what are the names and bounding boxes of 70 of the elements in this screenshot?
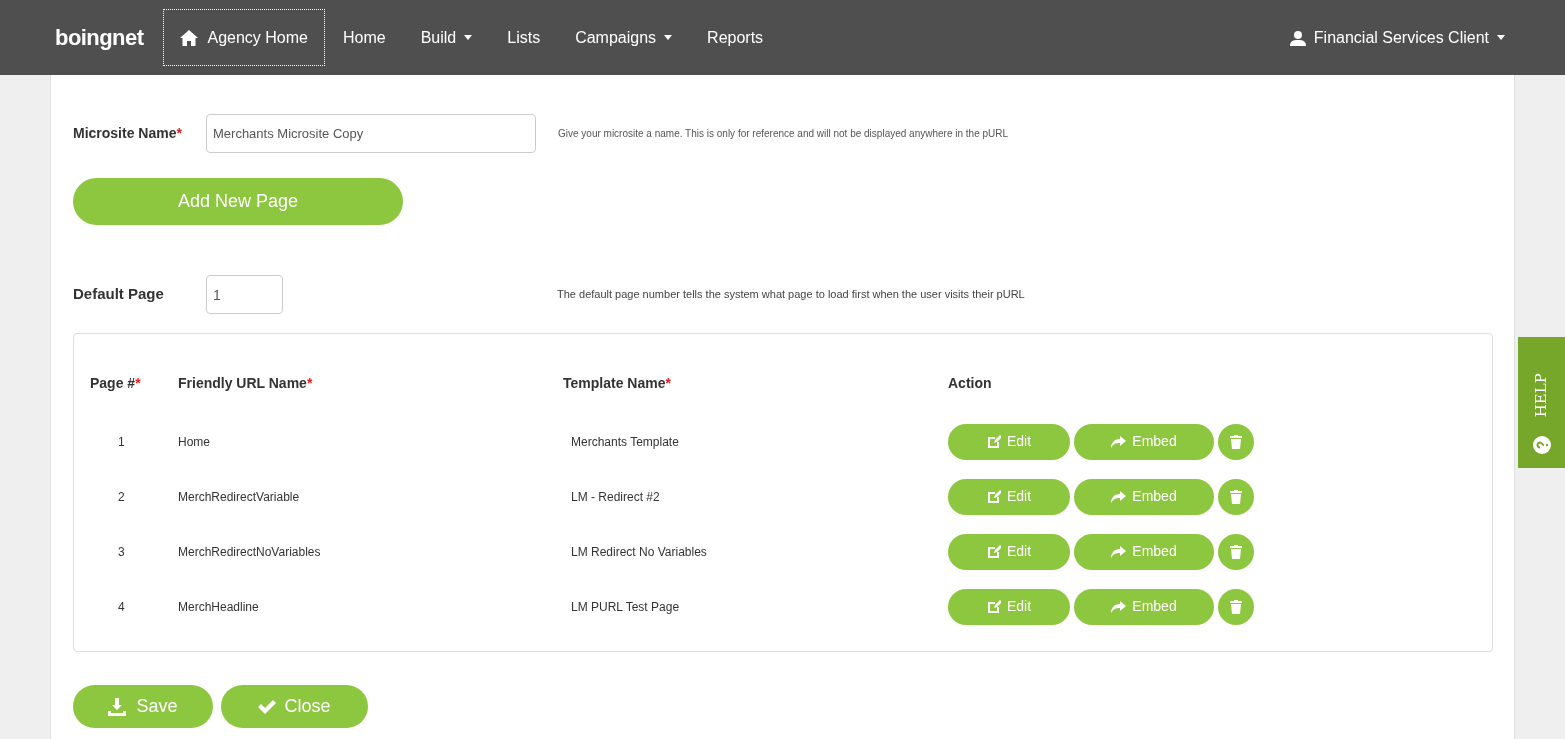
field-label: Microsite Name bbox=[73, 124, 177, 143]
caret-icon bbox=[1497, 35, 1505, 40]
delete-button[interactable] bbox=[1218, 588, 1254, 625]
share-arrow-icon bbox=[1111, 435, 1127, 448]
delete-button[interactable] bbox=[1218, 478, 1254, 515]
checkmark-icon bbox=[258, 699, 277, 714]
edit-icon bbox=[986, 544, 1001, 559]
share-arrow-icon bbox=[1111, 545, 1127, 558]
caret-icon bbox=[464, 35, 473, 40]
microsite-name-field[interactable]: Merchants Microsite Copy bbox=[206, 114, 536, 153]
edit-button[interactable]: Edit bbox=[948, 588, 1070, 625]
column-header: Page # bbox=[90, 373, 136, 393]
edit-icon bbox=[986, 434, 1001, 449]
embed-button[interactable]: Embed bbox=[1074, 423, 1214, 460]
caret-icon bbox=[664, 35, 673, 40]
table-cell-text: MerchRedirectNoVariables bbox=[178, 543, 322, 561]
table-cell-text: MerchHeadline bbox=[178, 598, 260, 616]
table-cell-text: LM Redirect No Variables bbox=[570, 543, 708, 561]
embed-button[interactable]: Embed bbox=[1074, 478, 1214, 515]
share-arrow-icon bbox=[1111, 490, 1127, 503]
nav-item[interactable]: Campaigns bbox=[558, 9, 690, 66]
required-mark: * bbox=[665, 373, 671, 393]
edit-button[interactable]: Edit bbox=[948, 423, 1070, 460]
edit-button[interactable]: Edit bbox=[948, 478, 1070, 515]
default-page-field[interactable]: 1 bbox=[206, 275, 283, 314]
hint-text: Give your microsite a name. This is only for reference and will not be displayed anywhere in the pURL bbox=[558, 127, 1009, 141]
add-page-button[interactable]: Add New Page bbox=[73, 178, 403, 225]
embed-button[interactable]: Embed bbox=[1074, 588, 1214, 625]
nav-item[interactable]: Lists bbox=[490, 9, 558, 66]
edit-button[interactable]: Edit bbox=[948, 533, 1070, 570]
logo[interactable]: boingnet bbox=[55, 21, 144, 54]
trash-icon bbox=[1230, 489, 1242, 504]
share-arrow-icon bbox=[1111, 600, 1127, 613]
nav-item[interactable]: Home bbox=[325, 9, 403, 66]
home-icon bbox=[180, 29, 199, 46]
delete-button[interactable] bbox=[1218, 533, 1254, 570]
user-menu[interactable]: Financial Services Client bbox=[1289, 25, 1505, 50]
download-icon bbox=[108, 697, 127, 716]
save-button[interactable]: Save bbox=[73, 685, 213, 728]
trash-icon bbox=[1230, 599, 1242, 614]
nav-item[interactable]: Build bbox=[403, 9, 490, 66]
required-mark: * bbox=[176, 124, 182, 143]
table-cell-text: LM - Redirect #2 bbox=[570, 488, 661, 506]
nav-item[interactable]: Agency Home bbox=[163, 9, 325, 66]
close-button[interactable]: Close bbox=[221, 685, 368, 728]
nav-item[interactable]: Reports bbox=[690, 9, 781, 66]
question-icon bbox=[1532, 436, 1551, 454]
table-cell-text: MerchRedirectVariable bbox=[178, 488, 301, 506]
table-cell-text: Home bbox=[178, 433, 211, 451]
column-header: Friendly URL Name bbox=[178, 373, 307, 393]
delete-button[interactable] bbox=[1218, 423, 1254, 460]
field-label: Default Page bbox=[73, 284, 165, 305]
help-tab[interactable]: HELP bbox=[1518, 337, 1565, 468]
embed-button[interactable]: Embed bbox=[1074, 533, 1214, 570]
trash-icon bbox=[1230, 544, 1242, 559]
table-cell-text: LM PURL Test Page bbox=[570, 598, 681, 616]
column-header: Action bbox=[948, 373, 992, 393]
column-header: Template Name bbox=[563, 373, 666, 393]
table-cell-text: 1 bbox=[117, 433, 126, 451]
hint-text: The default page number tells the system what page to load first when the user visits their pURL bbox=[557, 287, 1025, 303]
required-mark: * bbox=[135, 373, 141, 393]
edit-icon bbox=[986, 599, 1001, 614]
table-cell-text: Merchants Template bbox=[570, 433, 680, 451]
edit-icon bbox=[986, 489, 1001, 504]
required-mark: * bbox=[306, 373, 313, 393]
table-cell-text: 3 bbox=[117, 543, 126, 561]
table-cell-text: 2 bbox=[117, 488, 126, 506]
table-cell-text: 4 bbox=[117, 598, 126, 616]
trash-icon bbox=[1230, 434, 1242, 449]
user-icon bbox=[1289, 29, 1306, 46]
